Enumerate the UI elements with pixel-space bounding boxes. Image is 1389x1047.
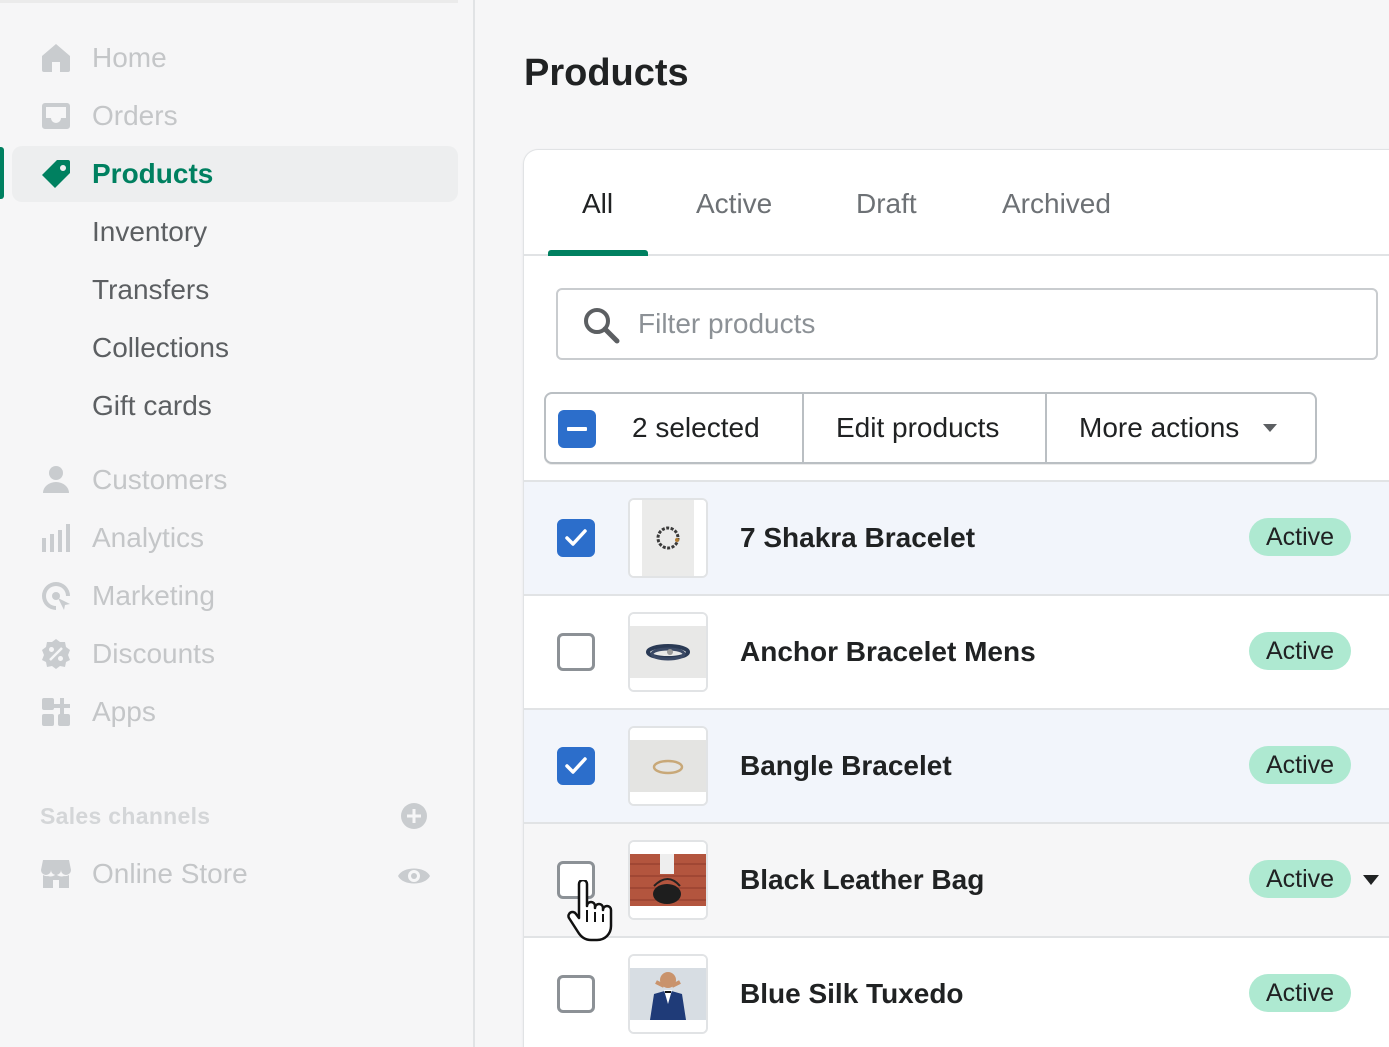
sidebar-item-home[interactable]: Home (12, 30, 458, 86)
product-name[interactable]: Blue Silk Tuxedo (740, 978, 964, 1010)
sidebar-item-orders[interactable]: Orders (12, 88, 458, 144)
search-icon (584, 308, 620, 344)
product-name[interactable]: Anchor Bracelet Mens (740, 636, 1036, 668)
sidebar-item-label: Orders (92, 100, 178, 131)
sidebar-item-customers[interactable]: Customers (12, 452, 458, 508)
sidebar-item-label: Apps (92, 696, 156, 727)
product-name[interactable]: 7 Shakra Bracelet (740, 522, 975, 554)
sidebar-item-label: Analytics (92, 522, 205, 553)
product-name[interactable]: Bangle Bracelet (740, 750, 952, 782)
sidebar-item-label: Marketing (92, 580, 215, 611)
inbox-icon (40, 100, 72, 132)
hand-cursor-icon (567, 880, 613, 942)
caret-down-icon (1263, 424, 1278, 432)
bar-chart-icon (40, 522, 72, 554)
sidebar-subitem-inventory[interactable]: Inventory (92, 216, 207, 248)
row-checkbox[interactable] (557, 747, 595, 785)
checkmark-icon (565, 529, 587, 546)
status-badge: Active (1249, 860, 1352, 898)
store-icon (40, 858, 72, 890)
sidebar-item-products[interactable]: Products (12, 146, 458, 202)
sidebar-item-label: Products (92, 158, 214, 189)
bulk-actions-bar: 2 selected Edit products More actions (544, 392, 1317, 464)
page-title: Products (524, 52, 689, 94)
sidebar-item-analytics[interactable]: Analytics (12, 510, 458, 566)
sales-channels-heading: Sales channels (40, 803, 211, 829)
sidebar-item-label: Home (92, 42, 167, 73)
more-actions-button[interactable]: More actions (1046, 394, 1315, 462)
sidebar: Home Orders Products Inventory Transfers… (0, 0, 475, 1047)
product-thumbnail (628, 954, 708, 1034)
product-thumbnail (628, 726, 708, 806)
product-name[interactable]: Black Leather Bag (740, 864, 984, 896)
discount-icon (40, 638, 72, 670)
status-badge: Active (1249, 518, 1352, 556)
row-checkbox[interactable] (557, 975, 595, 1013)
product-row[interactable]: Anchor Bracelet Mens Active (524, 594, 1389, 708)
status-badge: Active (1249, 746, 1352, 784)
home-icon (40, 42, 72, 74)
edit-products-button[interactable]: Edit products (836, 394, 999, 462)
sidebar-item-apps[interactable]: Apps (12, 684, 458, 740)
sidebar-item-label: Customers (92, 464, 228, 495)
sidebar-subitem-collections[interactable]: Collections (92, 332, 229, 364)
target-icon (40, 580, 72, 612)
person-icon (40, 464, 72, 496)
sidebar-item-discounts[interactable]: Discounts (12, 626, 458, 682)
product-row[interactable]: Bangle Bracelet Active (524, 708, 1389, 822)
sidebar-item-marketing[interactable]: Marketing (12, 568, 458, 624)
checkmark-icon (565, 757, 587, 774)
tab-archived[interactable]: Archived (1002, 188, 1111, 220)
select-all-checkbox[interactable] (558, 410, 596, 448)
search-field[interactable] (556, 288, 1378, 360)
sidebar-top-divider (0, 0, 458, 3)
product-row[interactable]: 7 Shakra Bracelet Active (524, 480, 1389, 594)
tab-draft[interactable]: Draft (856, 188, 917, 220)
sidebar-item-label: Discounts (92, 638, 215, 669)
sidebar-subitem-transfers[interactable]: Transfers (92, 274, 209, 306)
caret-down-icon[interactable] (1362, 874, 1380, 886)
eye-icon[interactable] (397, 862, 431, 890)
more-actions-label: More actions (1079, 412, 1240, 443)
product-thumbnail (628, 498, 708, 578)
sidebar-item-online-store[interactable]: Online Store (12, 846, 458, 902)
tag-icon (40, 158, 72, 190)
tab-all[interactable]: All (582, 188, 613, 220)
product-row[interactable]: Blue Silk Tuxedo Active (524, 936, 1389, 1047)
status-badge: Active (1249, 974, 1352, 1012)
sidebar-item-label: Online Store (92, 858, 248, 889)
status-badge: Active (1249, 632, 1352, 670)
add-channel-icon[interactable] (400, 802, 428, 830)
row-checkbox[interactable] (557, 633, 595, 671)
tab-selected-indicator (548, 250, 648, 256)
active-indicator (0, 147, 4, 199)
search-input[interactable] (638, 302, 1358, 346)
apps-icon (40, 696, 72, 728)
row-checkbox[interactable] (557, 519, 595, 557)
divider (802, 394, 804, 462)
tab-bar: All Active Draft Archived (524, 150, 1389, 256)
sidebar-subitem-gift-cards[interactable]: Gift cards (92, 390, 212, 422)
products-card: All Active Draft Archived 2 selected Edi… (524, 150, 1389, 1047)
tab-active[interactable]: Active (696, 188, 772, 220)
selected-count: 2 selected (632, 412, 760, 443)
product-thumbnail (628, 612, 708, 692)
product-thumbnail (628, 840, 708, 920)
product-row[interactable]: Black Leather Bag Active (524, 822, 1389, 936)
